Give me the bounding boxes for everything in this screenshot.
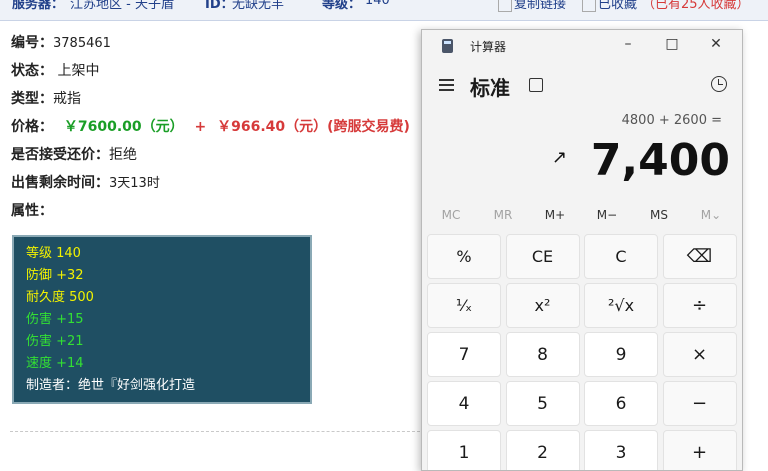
- server-label: 服务器：: [12, 0, 65, 12]
- remaining-time-label: 出售剩余时间：: [11, 175, 109, 191]
- mode-title: 标准: [470, 76, 510, 100]
- attr-line: 等级 140: [26, 246, 81, 261]
- mouse-cursor-icon: ↗: [552, 147, 568, 168]
- calculator-window[interactable]: 计算器 – □ ✕ 标准 4800 + 2600 = 7,400 ↗ MC MR M…: [421, 29, 743, 471]
- window-title: 计算器: [470, 40, 507, 54]
- subtract-button[interactable]: −: [662, 381, 737, 426]
- digit-7-button[interactable]: 7: [427, 332, 501, 377]
- keep-on-top-icon[interactable]: [529, 78, 543, 92]
- minimize-icon[interactable]: –: [618, 36, 638, 52]
- cross-server-fee: ￥966.40（元）(跨服交易费): [217, 119, 410, 135]
- hamburger-menu-icon[interactable]: [439, 79, 454, 91]
- backspace-button[interactable]: ⌫: [662, 234, 737, 279]
- item-id-row: 编号：3785461: [11, 32, 111, 52]
- digit-5-button[interactable]: 5: [505, 381, 580, 426]
- digit-1-button[interactable]: 1: [427, 430, 501, 470]
- favorite-count: （已有25人收藏）: [642, 0, 750, 12]
- memory-clear-button[interactable]: MC: [427, 208, 475, 222]
- copy-link-button[interactable]: 复制链接: [498, 0, 566, 12]
- price-row: 价格： ￥7600.00（元） + ￥966.40（元）(跨服交易费): [11, 116, 410, 136]
- price-label: 价格：: [11, 119, 53, 135]
- clear-button[interactable]: C: [584, 234, 658, 279]
- role-id-value: 无缺无羊: [232, 0, 285, 12]
- close-icon[interactable]: ✕: [706, 36, 726, 52]
- attr-line: 伤害 +15: [26, 312, 84, 327]
- role-level-label: 等级：: [322, 0, 362, 12]
- digit-6-button[interactable]: 6: [584, 381, 658, 426]
- reciprocal-button[interactable]: ¹⁄ₓ: [427, 283, 501, 328]
- item-id-value: 3785461: [53, 36, 111, 51]
- price-main: ￥7600.00（元）: [63, 119, 184, 135]
- history-icon[interactable]: [711, 76, 727, 92]
- role-id-label: ID：: [205, 0, 234, 12]
- digit-4-button[interactable]: 4: [427, 381, 501, 426]
- counter-offer-row: 是否接受还价：拒绝: [11, 144, 137, 164]
- digit-8-button[interactable]: 8: [505, 332, 580, 377]
- memory-add-button[interactable]: M+: [531, 208, 579, 222]
- type-row: 类型：戒指: [11, 88, 81, 108]
- copy-link-label: 复制链接: [514, 0, 567, 12]
- favorite-label: 已收藏: [598, 0, 638, 12]
- remaining-time-row: 出售剩余时间：3天13时: [11, 172, 160, 192]
- expression-display: 4800 + 2600 =: [621, 113, 722, 128]
- digit-2-button[interactable]: 2: [505, 430, 580, 470]
- result-display: 7,400: [590, 135, 730, 186]
- clear-entry-button[interactable]: CE: [505, 234, 580, 279]
- section-divider: [10, 431, 420, 432]
- attributes-row: 属性：: [11, 200, 53, 220]
- calculator-app-icon: [442, 39, 453, 53]
- attr-line: 防御 +32: [26, 268, 84, 283]
- digit-3-button[interactable]: 3: [584, 430, 658, 470]
- star-icon: [582, 0, 596, 12]
- counter-offer-value: 拒绝: [109, 147, 137, 163]
- favorite-button[interactable]: 已收藏: [582, 0, 637, 12]
- multiply-button[interactable]: ×: [662, 332, 737, 377]
- memory-store-button[interactable]: MS: [635, 208, 683, 222]
- attributes-label: 属性：: [11, 203, 53, 219]
- calculator-header: 标准: [422, 70, 742, 104]
- status-row: 状态： 上架中: [11, 60, 99, 80]
- server-value: 江苏地区 - 天子盾: [70, 0, 174, 12]
- maximize-icon[interactable]: □: [662, 36, 682, 52]
- counter-offer-label: 是否接受还价：: [11, 147, 109, 163]
- attr-line: 制造者：绝世『好剑强化打造: [26, 378, 196, 393]
- square-root-button[interactable]: ²√x: [584, 283, 658, 328]
- price-plus: +: [194, 119, 207, 135]
- memory-list-button[interactable]: M⌄: [687, 208, 735, 222]
- role-level-value: 140: [365, 0, 390, 8]
- item-header-bar: 服务器： 江苏地区 - 天子盾 ID： 无缺无羊 等级： 140 复制链接 已收…: [0, 0, 768, 21]
- square-button[interactable]: x²: [505, 283, 580, 328]
- attribute-tooltip-box: 等级 140 防御 +32 耐久度 500 伤害 +15 伤害 +21 速度 +…: [12, 235, 312, 404]
- attr-line: 耐久度 500: [26, 290, 94, 305]
- type-value: 戒指: [53, 91, 81, 107]
- status-value: 上架中: [57, 63, 100, 79]
- memory-recall-button[interactable]: MR: [479, 208, 527, 222]
- percent-button[interactable]: %: [427, 234, 501, 279]
- type-label: 类型：: [11, 91, 53, 107]
- remaining-time-value: 3天13时: [109, 176, 160, 191]
- item-id-label: 编号：: [11, 35, 53, 51]
- status-label: 状态：: [11, 63, 53, 79]
- link-icon: [498, 0, 512, 12]
- memory-subtract-button[interactable]: M−: [583, 208, 631, 222]
- attr-line: 速度 +14: [26, 356, 84, 371]
- attr-line: 伤害 +21: [26, 334, 84, 349]
- divide-button[interactable]: ÷: [662, 283, 737, 328]
- add-button[interactable]: +: [662, 430, 737, 470]
- digit-9-button[interactable]: 9: [584, 332, 658, 377]
- calculator-titlebar[interactable]: 计算器 – □ ✕: [422, 30, 742, 62]
